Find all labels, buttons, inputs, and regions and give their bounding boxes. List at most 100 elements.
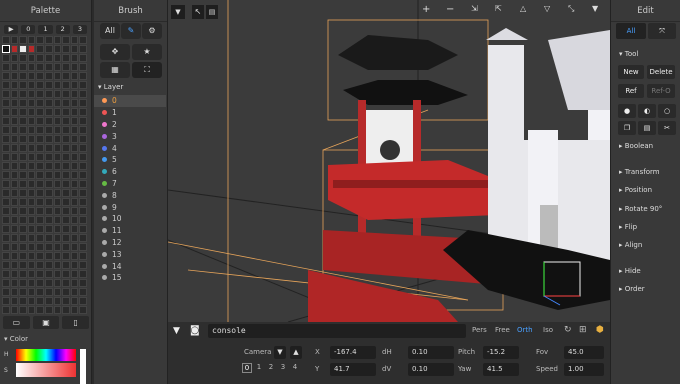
- palette-swatch[interactable]: [2, 90, 10, 98]
- palette-swatch[interactable]: [44, 189, 53, 197]
- palette-swatch[interactable]: [62, 189, 70, 197]
- palette-swatch[interactable]: [44, 108, 53, 116]
- palette-swatch[interactable]: [62, 225, 70, 233]
- palette-swatch[interactable]: [2, 279, 10, 287]
- palette-swatch[interactable]: [70, 207, 79, 215]
- palette-swatch[interactable]: [36, 108, 44, 116]
- palette-swatch[interactable]: [10, 144, 19, 152]
- palette-swatch[interactable]: [36, 261, 44, 269]
- palette-swatch[interactable]: [79, 270, 87, 278]
- palette-swatch[interactable]: [53, 99, 62, 107]
- palette-swatch[interactable]: [70, 144, 79, 152]
- palette-swatch[interactable]: [53, 288, 62, 296]
- palette-swatch[interactable]: [36, 243, 44, 251]
- palette-swatch[interactable]: [70, 216, 79, 224]
- save-icon[interactable]: ▣: [32, 316, 60, 329]
- palette-swatch[interactable]: [27, 297, 36, 305]
- palette-swatch[interactable]: [53, 171, 62, 179]
- camera-tab-2[interactable]: 2: [266, 363, 276, 373]
- palette-swatch[interactable]: [62, 81, 70, 89]
- palette-swatch[interactable]: [44, 243, 53, 251]
- palette-swatch[interactable]: [62, 135, 70, 143]
- palette-swatch[interactable]: [36, 135, 44, 143]
- palette-swatch[interactable]: [10, 108, 19, 116]
- palette-swatch[interactable]: [70, 54, 79, 62]
- palette-swatch[interactable]: [10, 36, 19, 44]
- palette-swatch[interactable]: [27, 63, 36, 71]
- view-iso[interactable]: Iso: [543, 326, 553, 334]
- palette-swatch[interactable]: [27, 117, 36, 125]
- palette-swatch[interactable]: [70, 279, 79, 287]
- view-pers[interactable]: Pers: [472, 326, 487, 334]
- palette-swatch[interactable]: [36, 144, 44, 152]
- palette-swatch[interactable]: [2, 117, 10, 125]
- palette-swatch[interactable]: [19, 279, 27, 287]
- palette-swatch[interactable]: [27, 144, 36, 152]
- section-rotate[interactable]: ▸ Rotate 90°: [619, 205, 662, 213]
- palette-swatch[interactable]: [10, 72, 19, 80]
- brush-icon[interactable]: ✎: [121, 23, 141, 39]
- palette-swatch[interactable]: [10, 171, 19, 179]
- palette-swatch[interactable]: [10, 189, 19, 197]
- palette-swatch[interactable]: [70, 225, 79, 233]
- palette-swatch[interactable]: [10, 54, 19, 62]
- palette-swatch[interactable]: [10, 90, 19, 98]
- layer-item[interactable]: 3: [94, 130, 166, 142]
- palette-swatch[interactable]: [36, 126, 44, 134]
- palette-swatch[interactable]: [19, 63, 27, 71]
- ref-button[interactable]: Ref: [618, 84, 644, 98]
- palette-swatch[interactable]: [53, 135, 62, 143]
- camera-tab-3[interactable]: 3: [278, 363, 288, 373]
- palette-swatch[interactable]: [62, 207, 70, 215]
- palette-swatch[interactable]: [36, 72, 44, 80]
- palette-swatch[interactable]: [2, 234, 10, 242]
- palette-swatch[interactable]: [62, 162, 70, 170]
- palette-swatch[interactable]: [27, 81, 36, 89]
- palette-swatch[interactable]: [44, 297, 53, 305]
- palette-swatch[interactable]: [19, 117, 27, 125]
- section-boolean[interactable]: ▸ Boolean: [619, 142, 653, 150]
- palette-swatch[interactable]: [44, 198, 53, 206]
- palette-swatch[interactable]: [27, 252, 36, 260]
- palette-swatch[interactable]: [27, 207, 36, 215]
- palette-swatch[interactable]: [62, 234, 70, 242]
- console-input[interactable]: console: [208, 324, 466, 338]
- palette-swatch[interactable]: [27, 306, 36, 314]
- palette-swatch[interactable]: [36, 99, 44, 107]
- palette-swatch[interactable]: [62, 45, 70, 53]
- palette-swatch[interactable]: [36, 279, 44, 287]
- palette-swatch[interactable]: [2, 288, 10, 296]
- palette-swatch[interactable]: [53, 45, 62, 53]
- palette-swatch[interactable]: [27, 99, 36, 107]
- palette-swatch[interactable]: [79, 162, 87, 170]
- field-fov-input[interactable]: 45.0: [564, 346, 604, 359]
- palette-swatch[interactable]: [79, 180, 87, 188]
- palette-swatch[interactable]: [2, 99, 10, 107]
- palette-swatch[interactable]: [44, 234, 53, 242]
- palette-swatch[interactable]: [79, 189, 87, 197]
- palette-tab-1[interactable]: 1: [38, 25, 53, 34]
- palette-swatch[interactable]: [36, 162, 44, 170]
- palette-swatch[interactable]: [62, 90, 70, 98]
- palette-swatch[interactable]: [44, 162, 53, 170]
- palette-swatch[interactable]: [27, 216, 36, 224]
- palette-swatch[interactable]: [53, 306, 62, 314]
- palette-swatch[interactable]: [53, 243, 62, 251]
- edit-all-button[interactable]: All: [616, 23, 646, 39]
- palette-swatch[interactable]: [70, 288, 79, 296]
- palette-swatch[interactable]: [79, 135, 87, 143]
- viewport[interactable]: ▼ ↖ ▤ + − ⇲ ⇱ △ ▽ ⤡ ▼: [168, 0, 610, 322]
- brush-all-button[interactable]: All: [100, 23, 120, 39]
- fit-icon[interactable]: ⤡: [568, 4, 574, 14]
- palette-swatch[interactable]: [36, 252, 44, 260]
- palette-swatch[interactable]: [36, 189, 44, 197]
- palette-swatch[interactable]: [27, 189, 36, 197]
- palette-swatch[interactable]: [79, 36, 87, 44]
- palette-swatch[interactable]: [2, 162, 10, 170]
- palette-swatch[interactable]: [2, 108, 10, 116]
- palette-swatch[interactable]: [10, 162, 19, 170]
- palette-swatch[interactable]: [27, 108, 36, 116]
- palette-swatch[interactable]: [53, 261, 62, 269]
- palette-swatch[interactable]: [2, 216, 10, 224]
- edit-expand-icon[interactable]: ⤧: [648, 23, 676, 39]
